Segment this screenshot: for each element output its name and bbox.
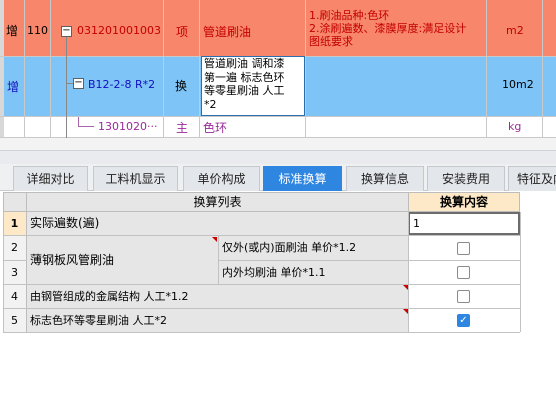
grid-line <box>199 0 200 138</box>
tab-detail-compare[interactable]: 详细对比 <box>13 166 88 191</box>
grid-line <box>3 260 27 261</box>
item-type: 项 <box>176 25 189 39</box>
row-strip <box>0 0 4 138</box>
tree-line <box>66 37 67 138</box>
row-op: 增 <box>7 80 20 94</box>
actual-passes-input[interactable]: 1 <box>408 212 520 235</box>
sub-unit: 10m2 <box>502 78 534 91</box>
feature-line: 图纸要求 <box>309 35 353 48</box>
check-icon: ✓ <box>459 315 468 326</box>
name-line: 管道刷油 调和漆 <box>204 57 285 70</box>
tab-standard-conversion[interactable]: 标准换算 <box>263 166 342 191</box>
grid-line <box>3 308 520 309</box>
steel-structure-checkbox[interactable] <box>457 290 470 303</box>
grid-line <box>3 212 4 332</box>
row-number: 110 <box>27 24 48 37</box>
item-unit: m2 <box>506 24 524 37</box>
outer-paint-checkbox[interactable] <box>457 242 470 255</box>
row-number: 2 <box>3 236 27 260</box>
grid-line <box>163 0 164 138</box>
name-line: 第一遍 标志色环 <box>204 70 285 84</box>
material-name: 色环 <box>203 121 228 135</box>
grid-line <box>24 0 25 138</box>
tab-conversion-info[interactable]: 换算信息 <box>346 166 424 191</box>
collapse-icon[interactable]: − <box>61 26 72 37</box>
tab-features[interactable]: 特征及内 <box>508 166 556 191</box>
grid-line <box>3 284 520 285</box>
grid-line <box>305 0 306 138</box>
sub-code: B12-2-8 R*2 <box>88 78 156 91</box>
grid-line <box>218 260 520 261</box>
grid-line <box>218 236 219 284</box>
sub-type: 换 <box>175 79 188 93</box>
param-label: 仅外(或内)面刷油 单价*1.2 <box>219 236 408 260</box>
feature-line: 2.涂刷遍数、漆膜厚度:满足设计 <box>309 22 467 35</box>
grid-line <box>3 235 520 236</box>
row-op: 增 <box>6 24 19 38</box>
tab-labor-material[interactable]: 工料机显示 <box>93 166 178 191</box>
material-type: 主 <box>176 121 189 135</box>
sub-name-editor[interactable]: 管道刷油 调和漆 第一遍 标志色环 等零星刷油 人工 *2 <box>201 56 305 116</box>
grid-line <box>520 212 521 332</box>
grid-line <box>542 0 543 138</box>
row-material[interactable] <box>0 116 556 138</box>
grid-line <box>486 0 487 138</box>
tab-unit-price[interactable]: 单价构成 <box>183 166 260 191</box>
header-conversion-list: 换算列表 <box>26 192 409 212</box>
material-unit: kg <box>508 120 522 133</box>
both-sides-paint-checkbox[interactable] <box>457 266 470 279</box>
param-label: 内外均刷油 单价*1.1 <box>219 261 408 284</box>
item-features: 1.刷油品种:色环 2.涂刷遍数、漆膜厚度:满足设计 图纸要求 <box>309 9 466 48</box>
param-label: 实际遍数(遍) <box>27 212 408 235</box>
grid-line <box>408 212 409 332</box>
row-number: 3 <box>3 261 27 284</box>
grid-line <box>3 332 520 333</box>
corner-cell <box>3 192 27 212</box>
group-label: 薄钢板风管刷油 <box>27 236 218 284</box>
grid-line <box>0 116 556 117</box>
feature-line: 1.刷油品种:色环 <box>309 9 390 22</box>
param-label: 标志色环等零星刷油 人工*2 <box>27 309 408 332</box>
panel-splitter[interactable] <box>0 150 556 164</box>
name-line: *2 <box>204 97 217 111</box>
color-ring-checkbox[interactable]: ✓ <box>457 314 470 327</box>
item-code: 031201001003 <box>77 24 161 37</box>
param-label: 由钢管组成的金属结构 人工*1.2 <box>27 285 408 308</box>
row-number: 5 <box>3 309 27 332</box>
material-code: 1301020··· <box>98 120 158 133</box>
collapse-icon[interactable]: − <box>73 78 84 89</box>
tree-line <box>78 126 94 127</box>
header-conversion-content: 换算内容 <box>408 192 520 212</box>
row-number: 4 <box>3 285 27 308</box>
note-marker-icon <box>212 237 217 242</box>
tab-install-fee[interactable]: 安装费用 <box>427 166 505 191</box>
grid-empty-area <box>0 138 556 150</box>
name-line: 等零星刷油 人工 <box>204 84 285 97</box>
grid-line <box>50 0 51 138</box>
row-number: 1 <box>3 212 27 235</box>
item-name: 管道刷油 <box>203 25 252 39</box>
